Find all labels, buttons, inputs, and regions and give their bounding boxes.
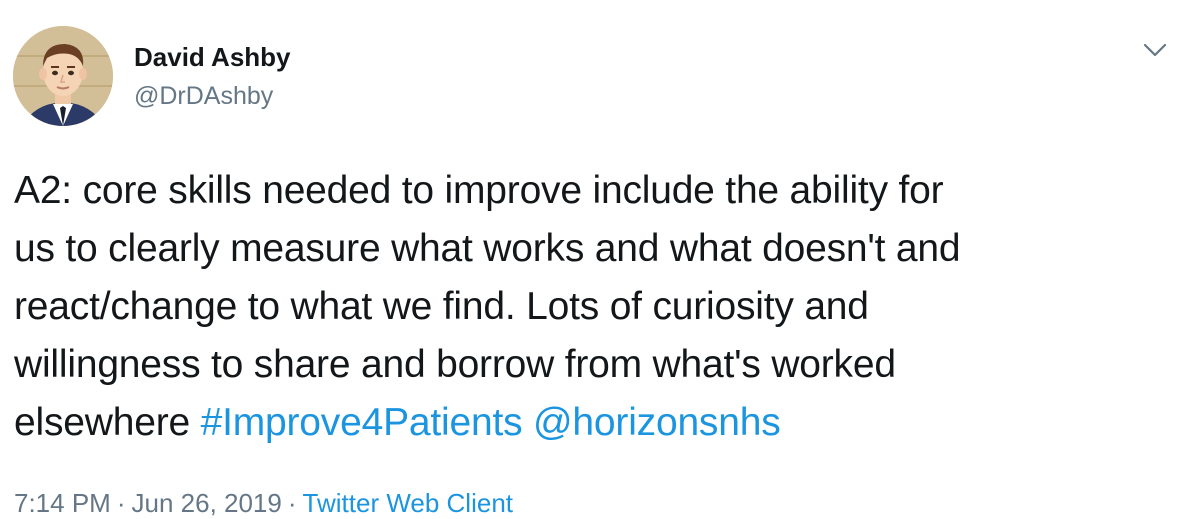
chevron-down-icon[interactable] xyxy=(1140,38,1170,62)
tweet-line: react/change to what we find. Lots of cu… xyxy=(14,285,869,328)
author-handle[interactable]: @DrDAshby xyxy=(134,82,273,111)
tweet-source-link[interactable]: Twitter Web Client xyxy=(303,488,513,518)
hashtag-link[interactable]: #Improve4Patients xyxy=(201,401,523,444)
tweet-date[interactable]: Jun 26, 2019 xyxy=(132,488,282,518)
tweet-time[interactable]: 7:14 PM xyxy=(14,488,111,518)
meta-separator: · xyxy=(287,488,297,518)
tweet-text-segment: elsewhere xyxy=(14,401,201,444)
tweet-line: willingness to share and borrow from wha… xyxy=(14,343,896,386)
tweet-line: A2: core skills needed to improve includ… xyxy=(14,169,944,212)
cartoon-man-avatar-icon xyxy=(13,26,113,126)
mention-link[interactable]: @horizonsnhs xyxy=(533,401,781,444)
tweet-meta: 7:14 PM · Jun 26, 2019 · Twitter Web Client xyxy=(14,488,513,519)
tweet-line-last: elsewhere #Improve4Patients @horizonsnhs xyxy=(14,394,1164,452)
meta-separator: · xyxy=(116,488,126,518)
tweet-line: us to clearly measure what works and wha… xyxy=(14,227,961,270)
tweet-card: David Ashby @DrDAshby A2: core skills ne… xyxy=(0,0,1181,519)
tweet-text: A2: core skills needed to improve includ… xyxy=(14,162,1164,452)
author-name[interactable]: David Ashby xyxy=(134,42,291,73)
avatar[interactable] xyxy=(13,26,113,126)
